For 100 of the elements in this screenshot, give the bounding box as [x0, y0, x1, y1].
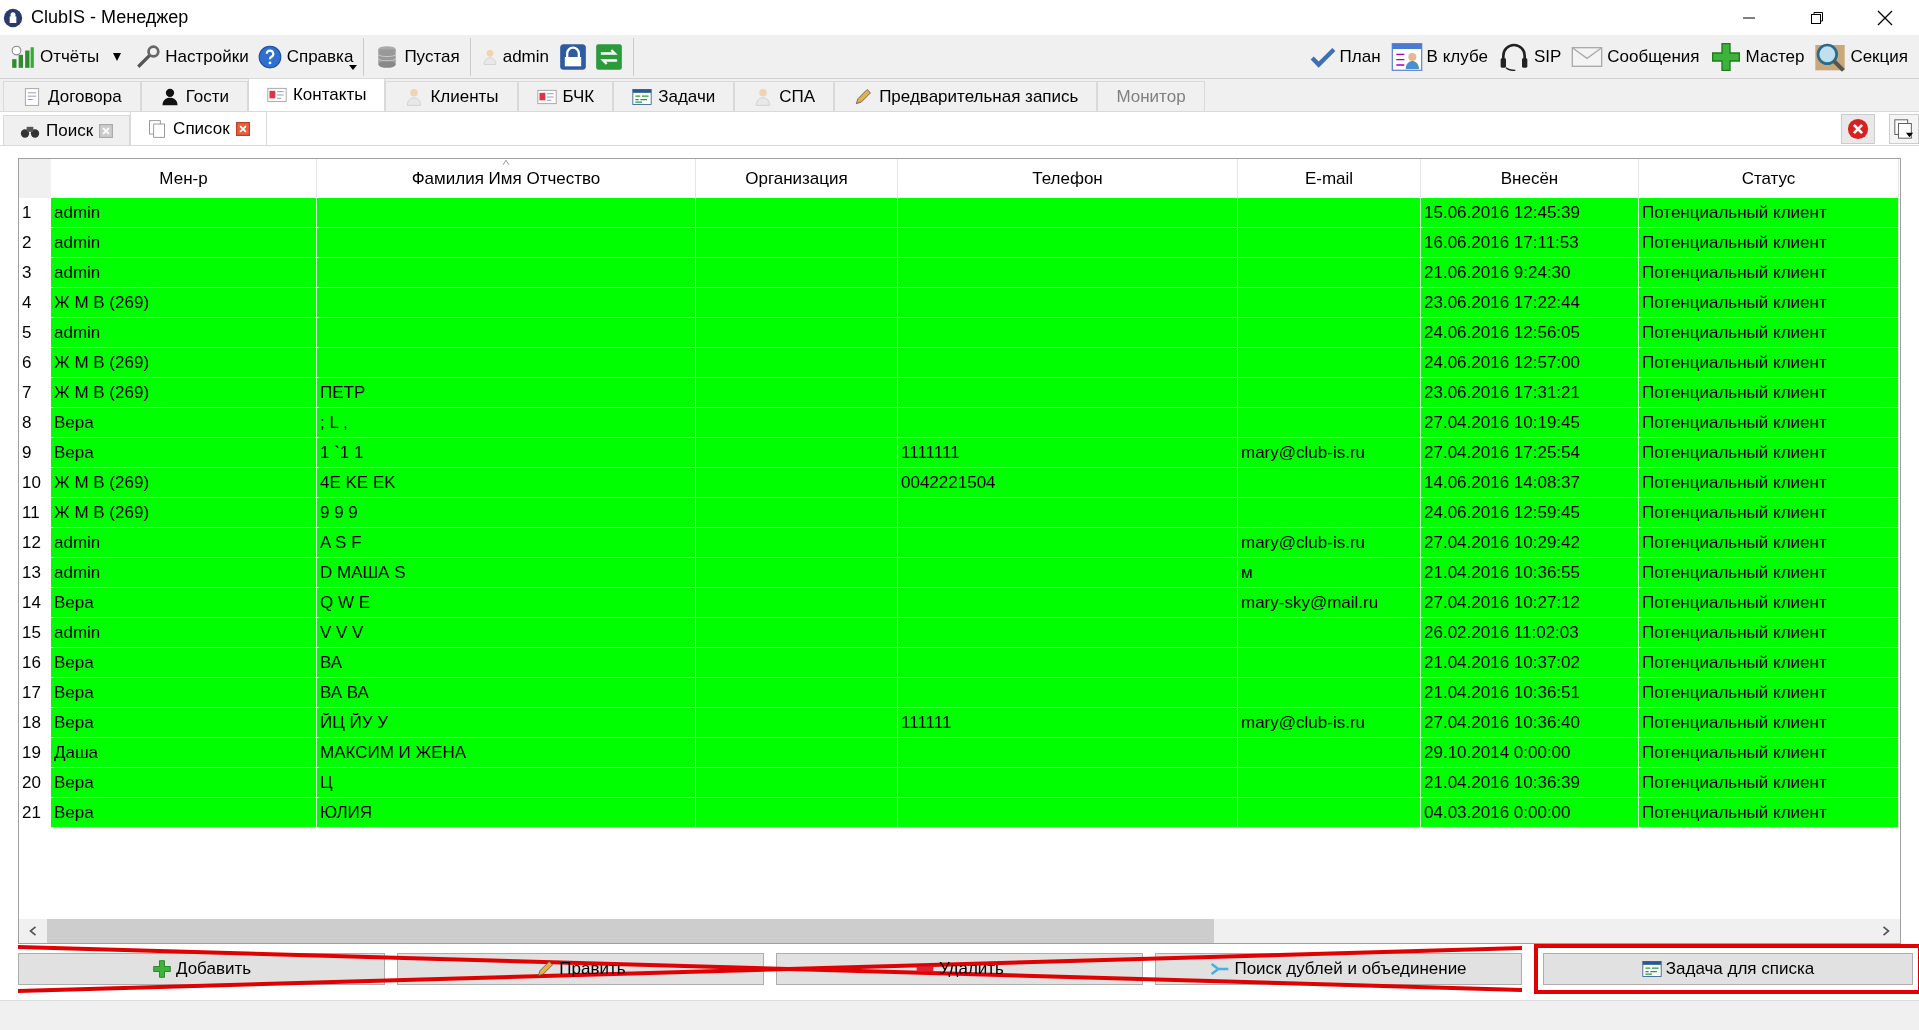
table-cell: ВА ВА: [317, 678, 696, 708]
toolbar-button[interactable]: Настройки: [131, 37, 253, 76]
lock-button[interactable]: [559, 42, 587, 71]
action-button[interactable]: Задача для списка: [1543, 953, 1913, 985]
toolbar-button[interactable]: Секция: [1809, 37, 1913, 76]
tab[interactable]: БЧК: [517, 81, 614, 111]
exit-icon: [595, 42, 623, 71]
table-cell: mary-sky@mail.ru: [1238, 588, 1421, 618]
table-cell: mary@club-is.ru: [1238, 708, 1421, 738]
table-cell: admin: [51, 558, 317, 588]
table-cell: admin: [51, 258, 317, 288]
table-cell: Ж М В (269): [51, 498, 317, 528]
restore-icon: [1810, 10, 1824, 25]
table-cell: D МАША S: [317, 558, 696, 588]
task-list-icon: [1641, 959, 1662, 979]
tab[interactable]: СПА: [734, 81, 835, 111]
caret-icon: [111, 52, 124, 61]
tab[interactable]: Задачи: [613, 81, 735, 111]
table-cell: 23.06.2016 17:31:21: [1421, 378, 1639, 408]
table-cell: Q W E: [317, 588, 696, 618]
table-cell: Ж М В (269): [51, 378, 317, 408]
table-cell: 0042221504: [898, 468, 1238, 498]
table-cell: Потенциальный клиент: [1639, 378, 1899, 408]
table-cell: Потенциальный клиент: [1639, 348, 1899, 378]
table-cell: ПЕТР: [317, 378, 696, 408]
table-cell: 27.04.2016 10:36:40: [1421, 708, 1639, 738]
tab[interactable]: Гости: [140, 81, 248, 111]
toolbar-button[interactable]: Сообщения: [1566, 37, 1705, 76]
toolbar-button[interactable]: Мастер: [1704, 37, 1810, 76]
table-cell: ЙЦ ЙУ У: [317, 708, 696, 738]
table-cell: МАКСИМ И ЖЕНА: [317, 738, 696, 768]
table-cell: Потенциальный клиент: [1639, 648, 1899, 678]
window-menu-button[interactable]: [1889, 114, 1919, 144]
help-icon: [256, 43, 283, 70]
table-cell: Вера: [51, 648, 317, 678]
table-cell: 24.06.2016 12:59:45: [1421, 498, 1639, 528]
toolbar-button[interactable]: SIP: [1492, 37, 1567, 76]
close-icon: [1847, 118, 1869, 140]
table-cell: ; L ,: [317, 408, 696, 438]
tab[interactable]: Договора: [3, 81, 141, 111]
table-cell: Потенциальный клиент: [1639, 738, 1899, 768]
toolbar-button[interactable]: Справка: [252, 37, 358, 76]
table-cell: admin: [51, 528, 317, 558]
tab[interactable]: Контакты: [247, 78, 386, 111]
table-cell: mary@club-is.ru: [1238, 438, 1421, 468]
table-cell: 26.02.2016 11:02:03: [1421, 618, 1639, 648]
toolbar-button[interactable]: admin: [476, 37, 553, 76]
tab[interactable]: Поиск: [3, 115, 131, 145]
table-cell: Потенциальный клиент: [1639, 318, 1899, 348]
id-card-icon: [266, 85, 287, 105]
table-cell: Вера: [51, 708, 317, 738]
table-cell: Потенциальный клиент: [1639, 708, 1899, 738]
table-cell: 16.06.2016 17:11:53: [1421, 228, 1639, 258]
table-cell: Ж М В (269): [51, 348, 317, 378]
table-cell: 9 9 9: [317, 498, 696, 528]
table-cell: м: [1238, 558, 1421, 588]
chart-icon: [10, 43, 36, 70]
task-list-icon: [632, 86, 653, 107]
plus-icon: [151, 959, 172, 979]
table-cell: admin: [51, 318, 317, 348]
window-title: ClubIS - Менеджер: [31, 6, 189, 29]
table-cell: Потенциальный клиент: [1639, 558, 1899, 588]
scrollbar-thumb[interactable]: [47, 919, 1214, 943]
table-cell: Потенциальный клиент: [1639, 798, 1899, 828]
table-cell: Потенциальный клиент: [1639, 528, 1899, 558]
windows-icon: [1893, 118, 1915, 140]
table-cell: 27.04.2016 10:19:45: [1421, 408, 1639, 438]
table-cell: 21.04.2016 10:36:51: [1421, 678, 1639, 708]
toolbar-button[interactable]: В клубе: [1385, 37, 1493, 76]
table-cell: Потенциальный клиент: [1639, 678, 1899, 708]
table-cell: 1 `1 1: [317, 438, 696, 468]
table-cell: Потенциальный клиент: [1639, 768, 1899, 798]
toolbar-button[interactable]: Отчёты: [6, 37, 104, 76]
table-cell: 4E KE EK: [317, 468, 696, 498]
minimize-icon: [1742, 16, 1756, 19]
table-cell: 21.04.2016 10:36:55: [1421, 558, 1639, 588]
table-cell: ЮЛИЯ: [317, 798, 696, 828]
toolbar-button[interactable]: Пустая: [370, 37, 464, 76]
table-cell: Вера: [51, 768, 317, 798]
table-cell: Вера: [51, 588, 317, 618]
tab[interactable]: Предварительная запись: [834, 81, 1098, 111]
table-cell: Потенциальный клиент: [1639, 618, 1899, 648]
tab[interactable]: Клиенты: [385, 81, 518, 111]
table-cell: Потенциальный клиент: [1639, 198, 1899, 228]
table-cell: 14.06.2016 14:08:37: [1421, 468, 1639, 498]
pencil-icon: [853, 86, 874, 107]
table-cell: 29.10.2014 0:00:00: [1421, 738, 1639, 768]
exit-button[interactable]: [595, 42, 623, 71]
close-list-button[interactable]: [1841, 114, 1875, 144]
app-icon: [3, 7, 23, 28]
table-cell: admin: [51, 618, 317, 648]
table-cell: ВА: [317, 648, 696, 678]
table-cell: Потенциальный клиент: [1639, 438, 1899, 468]
tab[interactable]: Список: [130, 111, 267, 145]
table-cell: admin: [51, 228, 317, 258]
close-icon: [235, 121, 250, 136]
table-cell: Даша: [51, 738, 317, 768]
table-cell: 1111111: [898, 438, 1238, 468]
toolbar-button[interactable]: План: [1304, 37, 1386, 76]
table-cell: Вера: [51, 438, 317, 468]
